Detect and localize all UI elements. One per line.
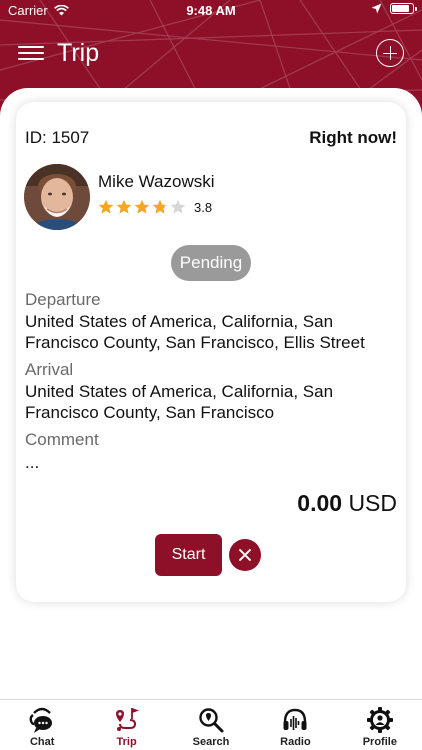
page-title: Trip <box>57 39 100 67</box>
driver-name: Mike Wazowski <box>98 172 215 191</box>
status-badge: Pending <box>171 245 251 281</box>
tab-label: Profile <box>362 736 397 748</box>
price-currency: USD <box>348 490 397 516</box>
comment-value: ... <box>25 453 40 472</box>
star-icon <box>170 199 186 214</box>
tab-label: Trip <box>116 736 137 748</box>
arrival-value: United States of America, California, Sa… <box>25 382 334 422</box>
status-bar: Carrier 9:48 AM <box>0 0 422 22</box>
radio-icon <box>283 708 307 730</box>
trip-price: 0.00 USD <box>297 490 397 517</box>
start-trip-button[interactable]: Start <box>155 534 222 576</box>
departure-value: United States of America, California, Sa… <box>25 312 365 352</box>
star-icon <box>116 199 132 214</box>
trip-card: ID: 1507 Right now! Mike Wazowski 3.8 Pe… <box>16 102 406 602</box>
star-icon <box>152 199 168 214</box>
trip-time: Right now! <box>309 128 397 147</box>
trip-id: ID: 1507 <box>25 128 90 147</box>
star-icon <box>98 199 114 214</box>
tab-trip[interactable]: Trip <box>84 700 168 750</box>
add-trip-button[interactable] <box>376 39 404 67</box>
battery-icon <box>390 3 417 14</box>
tab-label: Chat <box>29 736 55 748</box>
battery-level <box>392 5 410 12</box>
departure-label: Departure <box>25 290 101 309</box>
search-icon <box>199 708 224 733</box>
comment-label: Comment <box>25 430 99 449</box>
status-time: 9:48 AM <box>186 3 236 18</box>
price-amount: 0.00 <box>297 490 343 516</box>
arrival-label: Arrival <box>25 360 74 379</box>
tab-chat[interactable]: Chat <box>0 700 84 750</box>
cancel-trip-button[interactable] <box>229 539 261 571</box>
tab-profile[interactable]: Profile <box>338 700 422 750</box>
driver-photo <box>24 164 90 230</box>
route-icon <box>115 708 139 731</box>
menu-icon[interactable] <box>18 42 44 64</box>
tab-bar: Chat Trip Search Radio Profile <box>0 699 422 750</box>
tab-search[interactable]: Search <box>169 700 253 750</box>
tab-label: Radio <box>280 736 311 748</box>
tab-label: Search <box>192 736 230 748</box>
star-icon <box>134 199 150 214</box>
profile-gear-icon <box>366 707 393 733</box>
avatar <box>24 164 90 230</box>
location-arrow-icon <box>371 3 382 14</box>
nav-bar: Trip <box>0 32 422 76</box>
chat-icon <box>29 707 53 733</box>
rating-value: 3.8 <box>194 199 213 215</box>
tab-radio[interactable]: Radio <box>253 700 337 750</box>
driver-rating: 3.8 <box>98 199 212 215</box>
